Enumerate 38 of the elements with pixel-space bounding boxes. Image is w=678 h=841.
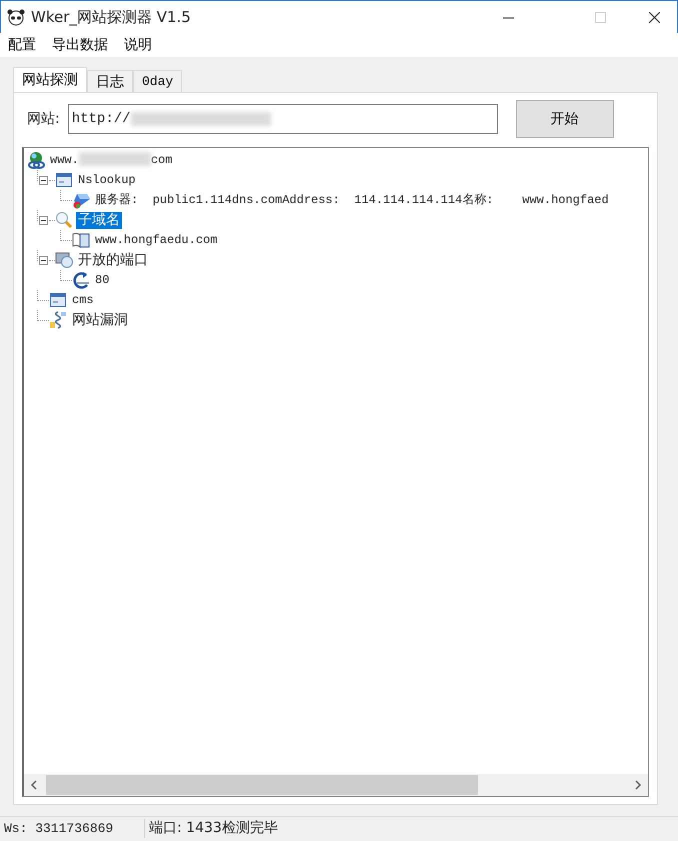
magnifier-icon	[55, 211, 73, 229]
tab[interactable]: 日志	[87, 70, 133, 92]
link-icon	[49, 311, 67, 329]
tree-node-label[interactable]: 服务器: public1.114dns.comAddress: 114.114.114.114名称: www.hongfaed	[93, 192, 611, 208]
server-icon	[72, 191, 90, 209]
window-title: Wker_网站探测器 V1.5	[31, 6, 191, 28]
globe-icon	[27, 151, 45, 169]
panda-icon	[7, 8, 25, 26]
tab[interactable]: 0day	[133, 70, 182, 92]
menu-item[interactable]: 配置	[0, 33, 44, 57]
tab[interactable]: 网站探测	[13, 67, 87, 92]
status-text: Ws: 3311736869	[0, 818, 145, 838]
tree-node-label[interactable]: Nslookup	[76, 172, 138, 188]
site-label: 网站:	[27, 110, 60, 128]
menu-item[interactable]: 导出数据	[44, 33, 116, 57]
scrollbar-thumb[interactable]	[46, 775, 478, 795]
monitor-icon	[55, 251, 73, 269]
tree-node-label[interactable]: 开放的端口	[76, 252, 150, 268]
horizontal-scrollbar[interactable]	[24, 774, 648, 796]
tree-node-label[interactable]: cms	[70, 292, 96, 308]
collapse-toggle[interactable]	[39, 216, 48, 224]
start-button[interactable]: 开始	[516, 100, 614, 138]
tree-node-label[interactable]: 子域名	[76, 212, 122, 228]
window-icon	[49, 291, 67, 309]
url-field[interactable]: http://	[68, 104, 498, 134]
menu-item[interactable]: 说明	[116, 33, 160, 57]
tree-node-label[interactable]: www.hongfaedu.com	[93, 232, 220, 248]
tree-node-label[interactable]: www. com	[48, 152, 174, 168]
maximize-icon	[594, 12, 606, 22]
refresh-icon	[72, 271, 90, 289]
status-text: 端口: 1433检测完毕	[148, 819, 279, 838]
collapse-toggle[interactable]	[39, 176, 48, 184]
book-icon	[72, 231, 90, 249]
window-icon	[55, 171, 73, 189]
collapse-toggle[interactable]	[39, 256, 48, 264]
tree-node-label[interactable]: 80	[93, 272, 112, 288]
tree-node-label[interactable]: 网站漏洞	[70, 312, 130, 328]
close-icon	[648, 12, 660, 22]
